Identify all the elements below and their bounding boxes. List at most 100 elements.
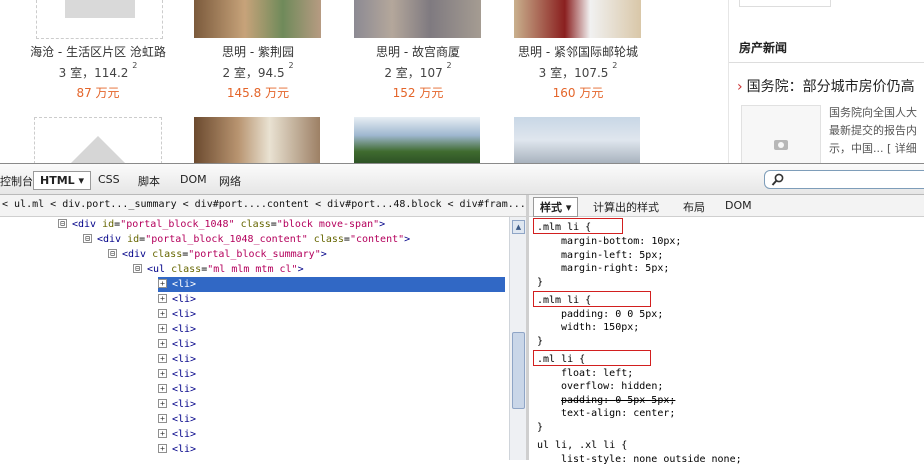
css-property[interactable]: text-align: center; xyxy=(561,407,675,420)
expand-icon[interactable]: + xyxy=(158,354,167,363)
html-scrollbar[interactable]: ▲ xyxy=(509,217,526,460)
listing-thumb-placeholder[interactable] xyxy=(36,0,163,39)
collapse-icon[interactable]: ⊟ xyxy=(83,234,92,243)
tree-node-li[interactable]: + <li> xyxy=(158,292,196,307)
side-panel-tabs: 样式 ▾ 计算出的样式 布局 DOM xyxy=(529,195,924,217)
tree-node-li[interactable]: + <li> xyxy=(158,352,196,367)
tab-dom[interactable]: DOM xyxy=(180,173,207,186)
tree-node-li[interactable]: + <li> xyxy=(158,382,196,397)
tree-node-label: <li> xyxy=(172,354,197,365)
tree-node-li[interactable]: + <li> xyxy=(158,412,196,427)
tree-node-label: <li> xyxy=(172,369,197,380)
css-property[interactable]: float: left; xyxy=(561,367,633,380)
tab-css[interactable]: CSS xyxy=(98,173,120,186)
css-property[interactable]: width: 150px; xyxy=(561,321,639,334)
expand-icon[interactable]: + xyxy=(158,444,167,453)
expand-icon[interactable]: + xyxy=(158,384,167,393)
tree-node[interactable]: ⊟ <ul class="ml mlm mtm cl"> xyxy=(133,262,304,277)
listing-thumb-photo[interactable] xyxy=(354,117,480,163)
tab-computed-style[interactable]: 计算出的样式 xyxy=(593,199,659,215)
listing-thumb-photo[interactable] xyxy=(514,0,641,38)
tree-node-label: <li> xyxy=(172,339,197,350)
tree-node-label: <li> xyxy=(172,414,197,425)
tree-node[interactable]: ⊟ <div id="portal_block_1048" class="bloc… xyxy=(58,217,385,232)
highlight-box xyxy=(533,290,651,307)
collapse-icon[interactable]: ⊟ xyxy=(133,264,142,273)
listing-thumb-photo[interactable] xyxy=(354,0,481,38)
expand-icon[interactable]: + xyxy=(158,414,167,423)
tree-node-li[interactable]: + <li> xyxy=(158,367,196,382)
tree-node-li[interactable]: + <li> xyxy=(158,307,196,322)
expand-icon[interactable]: + xyxy=(158,399,167,408)
listing-name[interactable]: 思明 - 紧邻国际邮轮城 xyxy=(508,43,648,60)
news-text-cutoff xyxy=(836,0,840,7)
tree-node-li[interactable]: + <li> xyxy=(158,427,196,442)
tree-node[interactable]: ⊟ <div id="portal_block_1048_content" cla… xyxy=(83,232,410,247)
listing-name[interactable]: 海沧 - 生活区片区 沧虹路 xyxy=(28,43,168,60)
listing-price: 152 万元 xyxy=(392,86,444,100)
tree-node-label: <li> xyxy=(172,429,197,440)
tree-node-li-selected[interactable]: + <li> xyxy=(158,277,505,292)
expand-icon[interactable]: + xyxy=(158,309,167,318)
arrow-icon: › xyxy=(737,79,743,95)
scroll-thumb[interactable] xyxy=(512,332,525,409)
collapse-icon[interactable]: ⊟ xyxy=(58,219,67,228)
tree-node-li[interactable]: + <li> xyxy=(158,397,196,412)
news-photo[interactable] xyxy=(741,105,821,163)
expand-icon[interactable]: + xyxy=(158,339,167,348)
listing-size: 2 室，107 2 xyxy=(384,61,452,80)
divider xyxy=(729,62,924,63)
news-panel: 房产新闻 › 国务院：部分城市房价仍高 国务院向全国人大 最新提交的报告内 示，中… xyxy=(728,0,924,163)
tab-net[interactable]: 网络 xyxy=(219,173,241,189)
expand-icon[interactable]: + xyxy=(158,429,167,438)
css-property[interactable]: list-style: none outside none; xyxy=(561,453,742,466)
listing-thumb-photo[interactable] xyxy=(194,117,320,163)
tree-node[interactable]: ⊟ <div class="portal_block_summary"> xyxy=(108,247,327,262)
breadcrumb[interactable]: < ul.ml < div.port..._summary < div#port… xyxy=(0,195,528,217)
expand-icon[interactable]: + xyxy=(158,294,167,303)
expand-icon[interactable]: + xyxy=(158,369,167,378)
listing-thumb-placeholder[interactable] xyxy=(34,117,162,163)
tab-layout[interactable]: 布局 xyxy=(683,199,705,215)
tree-node-label: <li> xyxy=(172,279,197,290)
tree-node-li[interactable]: + <li> xyxy=(158,337,196,352)
tree-node-li[interactable]: + <li> xyxy=(158,442,196,457)
listing-size: 2 室，94.5 2 xyxy=(222,61,294,80)
news-thumb xyxy=(739,0,831,7)
tree-node-label: <li> xyxy=(172,384,197,395)
expand-icon[interactable]: + xyxy=(158,324,167,333)
tab-script[interactable]: 脚本 xyxy=(138,173,160,189)
collapse-icon[interactable]: ⊟ xyxy=(108,249,117,258)
css-property[interactable]: overflow: hidden; xyxy=(561,380,663,393)
css-selector[interactable]: ul li, .xl li { xyxy=(537,439,627,452)
listing-name[interactable]: 思明 - 故宫商厦 xyxy=(348,43,488,60)
tab-side-dom[interactable]: DOM xyxy=(725,199,752,212)
tree-node-li[interactable]: + <li> xyxy=(158,322,196,337)
expand-icon[interactable]: + xyxy=(158,279,167,288)
css-property[interactable]: padding: 0 5px 5px; xyxy=(561,394,675,407)
house-icon xyxy=(71,136,125,163)
scroll-up-icon[interactable]: ▲ xyxy=(512,220,525,234)
news-headline[interactable]: › 国务院：部分城市房价仍高 xyxy=(737,76,915,96)
css-property[interactable]: padding: 0 0 5px; xyxy=(561,308,663,321)
css-close-brace: } xyxy=(537,421,544,433)
tab-style[interactable]: 样式 ▾ xyxy=(533,197,579,217)
tree-node-label: <li> xyxy=(172,444,197,455)
tree-node-label: <li> xyxy=(172,399,197,410)
css-close-brace: } xyxy=(537,276,544,288)
listing-thumb-photo[interactable] xyxy=(514,117,640,163)
listing-price: 160 万元 xyxy=(552,86,604,100)
highlight-box xyxy=(533,349,651,366)
search-input[interactable] xyxy=(764,170,924,189)
css-property[interactable]: margin-right: 5px; xyxy=(561,262,669,275)
listing-thumb-photo[interactable] xyxy=(194,0,321,38)
css-property[interactable]: margin-left: 5px; xyxy=(561,249,663,262)
tab-html[interactable]: HTML ▾ xyxy=(33,171,92,190)
html-tree: ⊟ <div id="portal_block_1048" class="bloc… xyxy=(0,217,508,460)
listing-price: 145.8 万元 xyxy=(226,86,290,100)
listing-name[interactable]: 思明 - 紫荆园 xyxy=(188,43,328,60)
firebug-panel: 控制台 HTML ▾ CSS 脚本 DOM 网络 < ul.ml < div.p… xyxy=(0,163,924,465)
tab-console[interactable]: 控制台 xyxy=(0,173,33,189)
css-property[interactable]: margin-bottom: 10px; xyxy=(561,235,681,248)
css-rules-panel: .mlm li {margin-bottom: 10px; margin-left… xyxy=(529,217,924,465)
